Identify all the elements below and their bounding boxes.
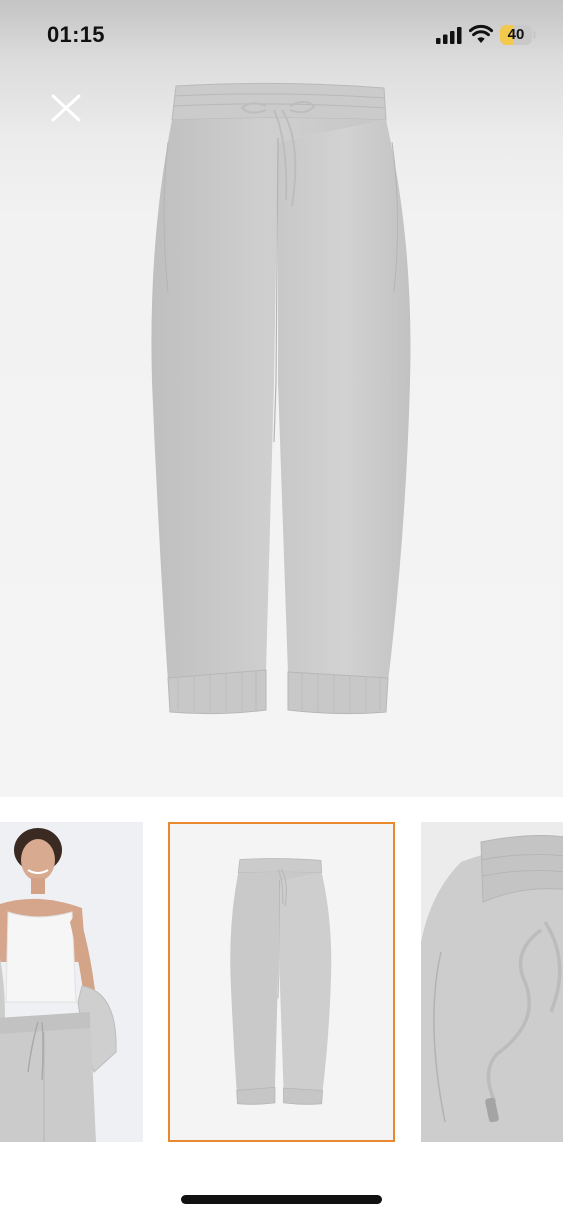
home-indicator[interactable] xyxy=(181,1195,382,1204)
thumbnail-drawstring-detail[interactable] xyxy=(421,822,563,1142)
battery-icon: 40 xyxy=(500,25,532,45)
cellular-signal-icon xyxy=(436,27,462,44)
close-icon xyxy=(51,94,81,122)
wifi-icon xyxy=(469,24,493,43)
battery-cap xyxy=(533,31,536,39)
product-flat-lay-image xyxy=(170,824,393,1140)
thumbnail-strip xyxy=(0,822,563,1146)
status-time: 01:15 xyxy=(47,22,105,47)
close-button[interactable] xyxy=(44,86,88,130)
battery-level: 40 xyxy=(507,26,525,43)
status-bar: 01:15 40 xyxy=(0,0,563,72)
thumbnail-model-wearing-set[interactable] xyxy=(0,822,143,1142)
thumbnail-product-flat-lay[interactable] xyxy=(168,822,395,1142)
product-main-image xyxy=(151,82,411,715)
model-photo xyxy=(0,822,143,1142)
drawstring-detail-image xyxy=(421,822,563,1142)
